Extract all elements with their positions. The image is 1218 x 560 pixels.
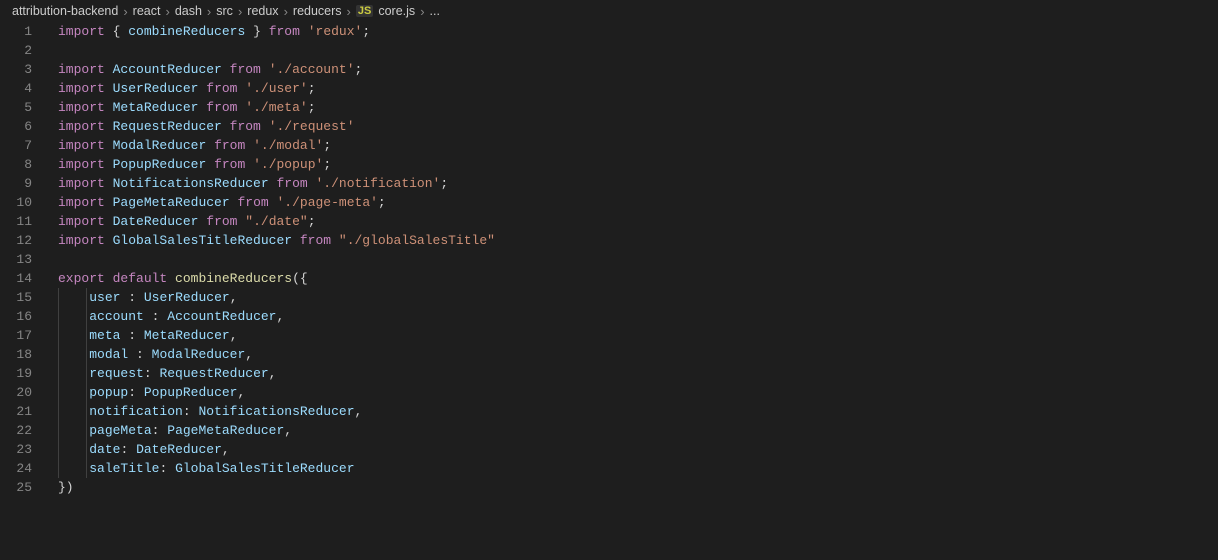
line-gutter[interactable]: 1234567891011121314151617181920212223242… <box>0 22 50 560</box>
line-number[interactable]: 22 <box>0 421 32 440</box>
code-line[interactable]: pageMeta: PageMetaReducer, <box>50 421 1218 440</box>
chevron-right-icon: › <box>347 4 351 19</box>
chevron-right-icon: › <box>284 4 288 19</box>
line-number[interactable]: 10 <box>0 193 32 212</box>
line-number[interactable]: 1 <box>0 22 32 41</box>
minimap[interactable] <box>1208 22 1218 560</box>
line-number[interactable]: 21 <box>0 402 32 421</box>
code-line[interactable]: export default combineReducers({ <box>50 269 1218 288</box>
breadcrumb-item[interactable]: react <box>133 4 161 18</box>
line-number[interactable]: 13 <box>0 250 32 269</box>
code-line[interactable]: date: DateReducer, <box>50 440 1218 459</box>
line-number[interactable]: 8 <box>0 155 32 174</box>
code-line[interactable]: import UserReducer from './user'; <box>50 79 1218 98</box>
code-line[interactable]: notification: NotificationsReducer, <box>50 402 1218 421</box>
line-number[interactable]: 4 <box>0 79 32 98</box>
code-line[interactable]: import GlobalSalesTitleReducer from "./g… <box>50 231 1218 250</box>
code-line[interactable]: meta : MetaReducer, <box>50 326 1218 345</box>
chevron-right-icon: › <box>238 4 242 19</box>
code-line[interactable]: import AccountReducer from './account'; <box>50 60 1218 79</box>
breadcrumb-item[interactable]: redux <box>247 4 278 18</box>
line-number[interactable]: 11 <box>0 212 32 231</box>
line-number[interactable]: 14 <box>0 269 32 288</box>
chevron-right-icon: › <box>165 4 169 19</box>
breadcrumb-item[interactable]: src <box>216 4 233 18</box>
code-line[interactable] <box>50 250 1218 269</box>
chevron-right-icon: › <box>123 4 127 19</box>
line-number[interactable]: 20 <box>0 383 32 402</box>
chevron-right-icon: › <box>207 4 211 19</box>
line-number[interactable]: 25 <box>0 478 32 497</box>
code-line[interactable]: }) <box>50 478 1218 497</box>
breadcrumb[interactable]: attribution-backend › react › dash › src… <box>0 0 1218 22</box>
line-number[interactable]: 6 <box>0 117 32 136</box>
code-line[interactable]: import NotificationsReducer from './noti… <box>50 174 1218 193</box>
breadcrumb-item[interactable]: attribution-backend <box>12 4 118 18</box>
code-line[interactable]: import PageMetaReducer from './page-meta… <box>50 193 1218 212</box>
code-line[interactable]: saleTitle: GlobalSalesTitleReducer <box>50 459 1218 478</box>
breadcrumb-file[interactable]: core.js <box>378 4 415 18</box>
line-number[interactable]: 16 <box>0 307 32 326</box>
code-editor[interactable]: 1234567891011121314151617181920212223242… <box>0 22 1218 560</box>
line-number[interactable]: 18 <box>0 345 32 364</box>
code-line[interactable]: user : UserReducer, <box>50 288 1218 307</box>
chevron-right-icon: › <box>420 4 424 19</box>
code-line[interactable]: popup: PopupReducer, <box>50 383 1218 402</box>
breadcrumb-item[interactable]: reducers <box>293 4 342 18</box>
line-number[interactable]: 12 <box>0 231 32 250</box>
code-line[interactable]: import PopupReducer from './popup'; <box>50 155 1218 174</box>
code-line[interactable]: import ModalReducer from './modal'; <box>50 136 1218 155</box>
code-line[interactable]: request: RequestReducer, <box>50 364 1218 383</box>
line-number[interactable]: 15 <box>0 288 32 307</box>
breadcrumb-item[interactable]: dash <box>175 4 202 18</box>
line-number[interactable]: 23 <box>0 440 32 459</box>
code-line[interactable]: modal : ModalReducer, <box>50 345 1218 364</box>
line-number[interactable]: 17 <box>0 326 32 345</box>
js-file-icon: JS <box>356 5 373 17</box>
code-line[interactable] <box>50 41 1218 60</box>
code-line[interactable]: import MetaReducer from './meta'; <box>50 98 1218 117</box>
code-line[interactable]: account : AccountReducer, <box>50 307 1218 326</box>
code-line[interactable]: import { combineReducers } from 'redux'; <box>50 22 1218 41</box>
line-number[interactable]: 9 <box>0 174 32 193</box>
line-number[interactable]: 3 <box>0 60 32 79</box>
line-number[interactable]: 19 <box>0 364 32 383</box>
line-number[interactable]: 7 <box>0 136 32 155</box>
code-line[interactable]: import DateReducer from "./date"; <box>50 212 1218 231</box>
breadcrumb-tail[interactable]: ... <box>430 4 440 18</box>
line-number[interactable]: 5 <box>0 98 32 117</box>
code-area[interactable]: import { combineReducers } from 'redux';… <box>50 22 1218 560</box>
code-line[interactable]: import RequestReducer from './request' <box>50 117 1218 136</box>
line-number[interactable]: 24 <box>0 459 32 478</box>
line-number[interactable]: 2 <box>0 41 32 60</box>
